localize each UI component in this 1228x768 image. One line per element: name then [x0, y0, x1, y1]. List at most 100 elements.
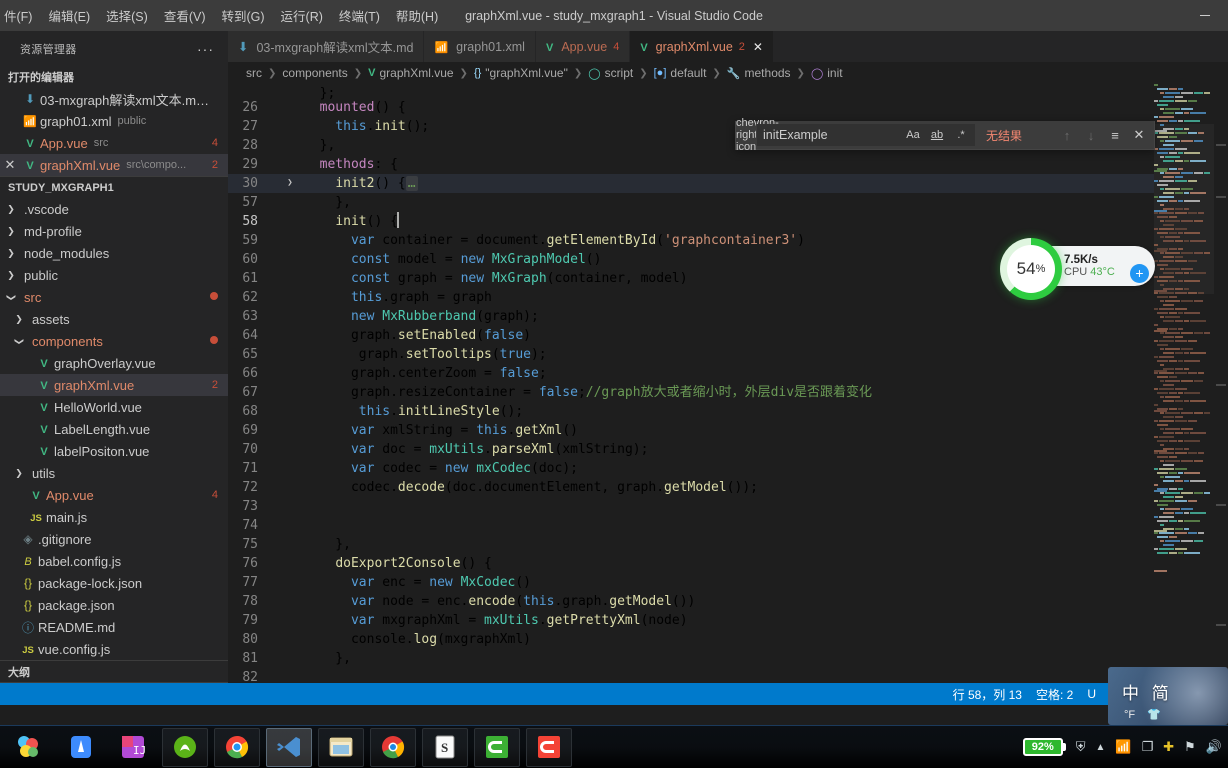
overview-ruler[interactable]: [1214, 84, 1228, 705]
breadcrumb-item[interactable]: ◯ init: [811, 66, 843, 80]
tree-item[interactable]: V App.vue 4: [0, 484, 228, 506]
code-line[interactable]: 64 graph.setEnabled(false): [228, 326, 1228, 345]
breadcrumb-item[interactable]: [●] default: [654, 66, 707, 80]
tree-item[interactable]: VlabelPositon.vue: [0, 440, 228, 462]
menu-item-5[interactable]: 运行(R): [273, 2, 331, 29]
tree-item[interactable]: public: [0, 264, 228, 286]
code-line[interactable]: 66 graph.centerZoom = false;: [228, 364, 1228, 383]
code-line[interactable]: 68 this.initLineStyle();: [228, 402, 1228, 421]
chrome-icon[interactable]: [214, 727, 260, 767]
code-line[interactable]: 71 var codec = new mxCodec(doc);: [228, 459, 1228, 478]
code-line[interactable]: 74: [228, 516, 1228, 535]
menu-item-2[interactable]: 选择(S): [98, 2, 156, 29]
editor-tab[interactable]: 📶 graph01.xml: [424, 31, 536, 62]
chevron-down-icon[interactable]: [4, 292, 18, 303]
toggle-replace-icon[interactable]: chevron-right-icon: [736, 117, 779, 153]
tree-item[interactable]: ◈ .gitignore: [0, 528, 228, 550]
menu-item-3[interactable]: 查看(V): [156, 2, 214, 29]
outline-panel-title[interactable]: 大纲: [0, 660, 228, 682]
minimize-button[interactable]: [1182, 0, 1228, 31]
code-line[interactable]: 70 var doc = mxUtils.parseXml(xmlString)…: [228, 440, 1228, 459]
chevron-down-icon[interactable]: [12, 336, 26, 347]
code-line[interactable]: 30 ❯ init2() {…: [228, 174, 1228, 193]
tree-item[interactable]: JS vue.config.js: [0, 638, 228, 660]
battery-indicator[interactable]: 92%: [1022, 738, 1066, 756]
vscode-icon[interactable]: [266, 727, 312, 767]
network-icon[interactable]: 📶: [1115, 739, 1131, 755]
code-line[interactable]: 72 codec.decode(doc.documentElement, gra…: [228, 478, 1228, 497]
code-line[interactable]: };: [228, 84, 1228, 101]
regex-icon[interactable]: .*: [951, 126, 971, 144]
update-icon[interactable]: ✚: [1163, 739, 1174, 755]
tree-item[interactable]: V HelloWorld.vue: [0, 396, 228, 418]
close-editor-icon[interactable]: ✕: [0, 157, 20, 173]
code-editor[interactable]: }; 26 mounted() {27 this.init(); 28 }, 29 m…: [228, 84, 1228, 705]
tree-item[interactable]: Bbabel.config.js: [0, 550, 228, 572]
multi-window-icon[interactable]: ❐: [1142, 739, 1154, 755]
find-previous-icon[interactable]: ↑: [1056, 124, 1078, 146]
minimap[interactable]: [1154, 84, 1214, 705]
open-editor-item[interactable]: V App.vue src 4: [0, 132, 228, 154]
tree-item[interactable]: utils: [0, 462, 228, 484]
tree-item[interactable]: components: [0, 330, 228, 352]
code-line[interactable]: 78 var node = enc.encode(this.graph.getM…: [228, 592, 1228, 611]
open-editor-item[interactable]: ⬇ 03-mxgraph解读xml文本.md...: [0, 88, 228, 110]
code-line[interactable]: 77 var enc = new MxCodec(): [228, 573, 1228, 592]
menu-item-4[interactable]: 转到(G): [213, 2, 272, 29]
chrome-canary-icon[interactable]: [370, 727, 416, 767]
find-widget[interactable]: chevron-right-icon Aa ab .* 无结果 ↑ ↓ ≡ ✕: [735, 117, 1155, 153]
tree-item[interactable]: VgraphXml.vue 2: [0, 374, 228, 396]
evernote-icon[interactable]: [162, 727, 208, 767]
tree-item[interactable]: {} package.json: [0, 594, 228, 616]
menu-item-7[interactable]: 帮助(H): [388, 2, 446, 29]
open-editors-title[interactable]: 打开的编辑器: [0, 66, 228, 88]
chevron-right-icon[interactable]: [4, 204, 18, 215]
expand-plus-button[interactable]: +: [1130, 264, 1149, 283]
tree-item[interactable]: JS main.js: [0, 506, 228, 528]
color-balls-icon[interactable]: [6, 728, 52, 767]
code-line[interactable]: 75 },: [228, 535, 1228, 554]
intellij-idea-icon[interactable]: IJ: [110, 728, 156, 767]
more-actions-icon[interactable]: ···: [197, 41, 214, 57]
code-line[interactable]: 79 var mxgraphXml = mxUtils.getPrettyXml…: [228, 611, 1228, 630]
file-explorer-icon[interactable]: [318, 727, 364, 767]
code-line[interactable]: 80 console.log(mxgraphXml): [228, 630, 1228, 649]
camtasia-icon[interactable]: [526, 727, 572, 767]
menu-item-0[interactable]: 件(F): [0, 2, 40, 29]
breadcrumb-item[interactable]: src: [246, 66, 262, 80]
editor-tab[interactable]: ⬇ 03-mxgraph解读xml文本.md: [228, 31, 425, 62]
code-line[interactable]: 29 methods: {: [228, 155, 1228, 174]
code-line[interactable]: 26 mounted() {: [228, 98, 1228, 117]
cursor-position[interactable]: 行 58，列 13: [953, 686, 1022, 703]
tree-item[interactable]: src: [0, 286, 228, 308]
ime-indicator[interactable]: 中 简 °F 👕: [1108, 667, 1228, 725]
breadcrumb-item[interactable]: ◯ script: [588, 66, 633, 80]
tab-close-icon[interactable]: ✕: [753, 40, 763, 54]
breadcrumb-item[interactable]: VgraphXml.vue: [368, 66, 453, 80]
code-line[interactable]: 63 new MxRubberband(graph);: [228, 307, 1228, 326]
menu-item-6[interactable]: 终端(T): [331, 2, 388, 29]
tree-item[interactable]: md-profile: [0, 220, 228, 242]
tree-item[interactable]: assets: [0, 308, 228, 330]
performance-widget[interactable]: 7.5K/s CPU 43°C + ↓ 54%: [1000, 238, 1155, 300]
snipaste-icon[interactable]: S: [422, 727, 468, 767]
editor-tab[interactable]: V App.vue 4: [535, 31, 631, 62]
tree-item[interactable]: .vscode: [0, 198, 228, 220]
blue-note-icon[interactable]: [58, 728, 104, 767]
code-line[interactable]: 81 },: [228, 649, 1228, 668]
wechat-dev-icon[interactable]: [474, 727, 520, 767]
chevron-right-icon[interactable]: [12, 468, 26, 479]
code-line[interactable]: 76 doExport2Console() {: [228, 554, 1228, 573]
power-plan-icon[interactable]: ⛨: [1076, 739, 1086, 755]
chevron-right-icon[interactable]: [4, 248, 18, 259]
breadcrumb-item[interactable]: 🔧 methods: [727, 66, 791, 80]
whole-word-icon[interactable]: ab: [927, 126, 947, 144]
project-title[interactable]: STUDY_MXGRAPH1: [0, 176, 228, 198]
tree-item[interactable]: VgraphOverlay.vue: [0, 352, 228, 374]
match-case-icon[interactable]: Aa: [903, 126, 923, 144]
find-next-icon[interactable]: ↓: [1080, 124, 1102, 146]
volume-icon[interactable]: 🔊: [1206, 739, 1222, 755]
fold-expand-icon[interactable]: ❯: [282, 174, 298, 193]
tree-item[interactable]: V LabelLength.vue: [0, 418, 228, 440]
chevron-right-icon[interactable]: [12, 314, 26, 325]
